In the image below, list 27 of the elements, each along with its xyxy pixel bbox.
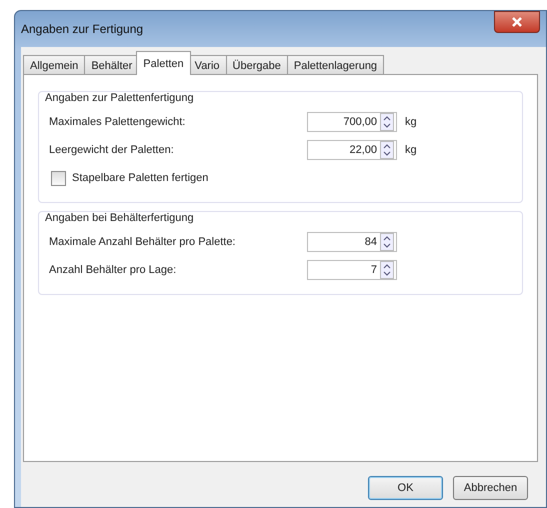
- window-title: Angaben zur Fertigung: [21, 22, 144, 36]
- close-button[interactable]: [494, 11, 540, 33]
- checkbox[interactable]: [51, 170, 66, 186]
- field-label: Anzahl Behälter pro Lage:: [49, 264, 178, 276]
- tab[interactable]: Palettenlagerung: [286, 55, 384, 75]
- number-field[interactable]: 700,00: [307, 112, 397, 132]
- spinner-icon[interactable]: [380, 233, 394, 251]
- spinner-icon[interactable]: [380, 261, 394, 279]
- number-field[interactable]: 22,00: [307, 140, 397, 160]
- field-label: Maximales Palettengewicht:: [49, 116, 186, 128]
- spinner-icon[interactable]: [380, 113, 394, 131]
- field-label: Leergewicht der Paletten:: [49, 144, 175, 156]
- field-label: Maximale Anzahl Behälter pro Palette:: [49, 236, 236, 248]
- unit-label: kg: [405, 116, 417, 128]
- number-field[interactable]: 84: [307, 232, 397, 252]
- checkbox-label: Stapelbare Paletten fertigen: [72, 172, 208, 184]
- tab[interactable]: Allgemein: [23, 55, 86, 75]
- spinner-icon[interactable]: [380, 141, 394, 159]
- group-title: Angaben bei Behälterfertigung: [43, 212, 196, 224]
- dialog-button[interactable]: OK: [368, 476, 443, 500]
- group-title: Angaben zur Palettenfertigung: [43, 92, 196, 104]
- close-icon: [511, 17, 523, 27]
- tab[interactable]: Übergabe: [226, 55, 288, 75]
- dialog-button[interactable]: Abbrechen: [453, 476, 528, 500]
- unit-label: kg: [405, 144, 417, 156]
- number-field[interactable]: 7: [307, 260, 397, 280]
- tab[interactable]: Paletten: [136, 51, 191, 75]
